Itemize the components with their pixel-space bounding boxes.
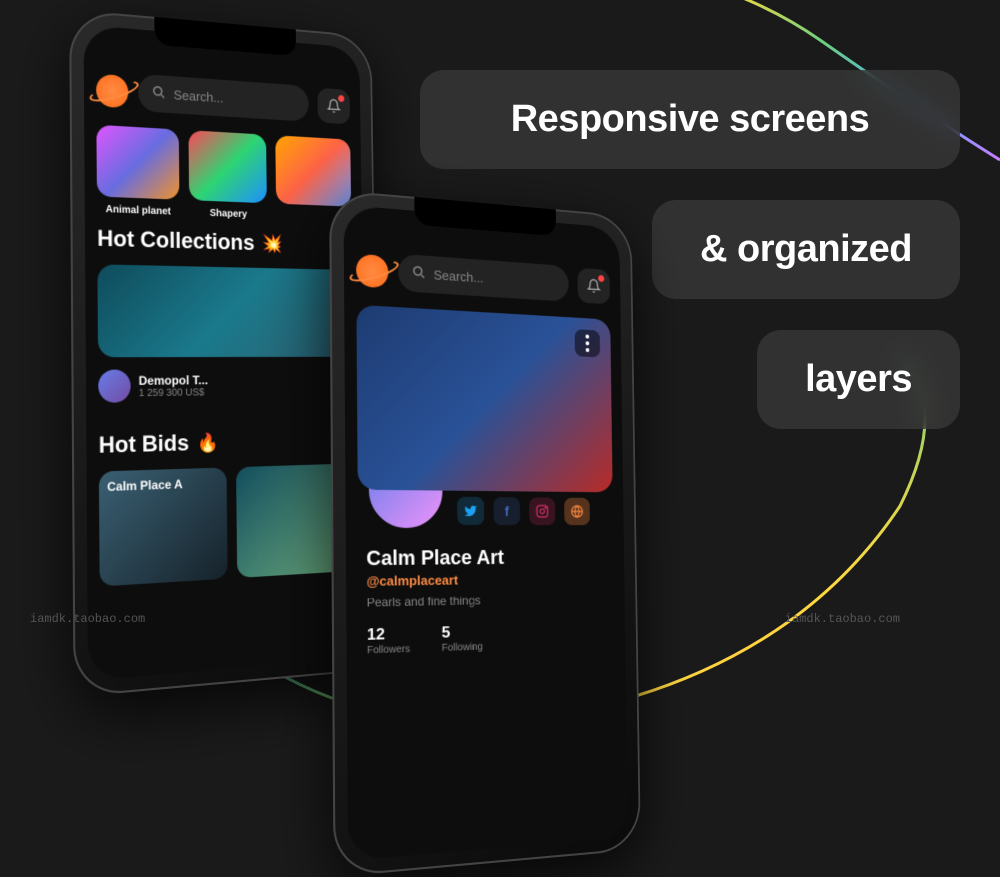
- search-input[interactable]: Search...: [138, 74, 309, 122]
- profile-avatar[interactable]: [366, 449, 446, 531]
- search-placeholder: Search...: [174, 87, 224, 105]
- facebook-icon[interactable]: f: [493, 497, 520, 525]
- category-label: Shapery: [210, 208, 248, 220]
- watermark-text: iamdk.taobao.com: [30, 612, 145, 626]
- app-logo-icon[interactable]: [356, 253, 388, 288]
- category-label: Animal planet: [106, 204, 171, 218]
- stat-following[interactable]: 5 Following: [442, 623, 483, 654]
- more-options-button[interactable]: [575, 329, 600, 357]
- watermark-text: iamdk.taobao.com: [785, 612, 900, 626]
- collection-price: 1 259 300 US$: [139, 387, 208, 399]
- app-logo-icon[interactable]: [96, 73, 128, 108]
- twitter-icon[interactable]: [457, 497, 484, 525]
- search-input[interactable]: Search...: [398, 254, 569, 302]
- bell-icon: [587, 278, 601, 294]
- section-title-bids: Hot Bids: [99, 430, 190, 459]
- feature-badge-3: layers: [757, 330, 960, 429]
- notifications-button[interactable]: [577, 267, 610, 304]
- stat-followers[interactable]: 12 Followers: [367, 625, 410, 656]
- feature-badge-2: & organized: [652, 200, 960, 299]
- bid-card[interactable]: Calm Place A: [99, 467, 228, 586]
- notifications-button[interactable]: [317, 87, 350, 124]
- stat-label: Following: [442, 642, 483, 654]
- category-card[interactable]: [276, 135, 352, 206]
- instagram-icon[interactable]: [529, 497, 555, 525]
- collision-icon: 💥: [262, 233, 283, 254]
- profile-handle: @calmplaceart: [366, 571, 606, 589]
- phone-mockup-profile: Search... f: [329, 189, 641, 877]
- fire-icon: 🔥: [197, 432, 219, 454]
- search-placeholder: Search...: [434, 267, 484, 285]
- feature-badge-1: Responsive screens: [420, 70, 960, 169]
- stat-count: 5: [442, 623, 483, 642]
- profile-name: Calm Place Art: [366, 546, 606, 571]
- search-icon: [152, 85, 166, 103]
- category-card[interactable]: [96, 125, 179, 200]
- stat-label: Followers: [367, 644, 410, 657]
- bid-label: Calm Place A: [107, 477, 183, 494]
- profile-bio: Pearls and fine things: [367, 591, 607, 610]
- collection-card[interactable]: [97, 264, 353, 357]
- category-card[interactable]: [188, 130, 267, 203]
- search-icon: [412, 265, 426, 283]
- section-title-collections: Hot Collections: [97, 225, 255, 256]
- bell-icon: [327, 98, 341, 114]
- collection-avatar[interactable]: [98, 370, 131, 403]
- website-icon[interactable]: [564, 498, 590, 525]
- collection-name: Demopol T...: [139, 373, 208, 388]
- stat-count: 12: [367, 625, 410, 645]
